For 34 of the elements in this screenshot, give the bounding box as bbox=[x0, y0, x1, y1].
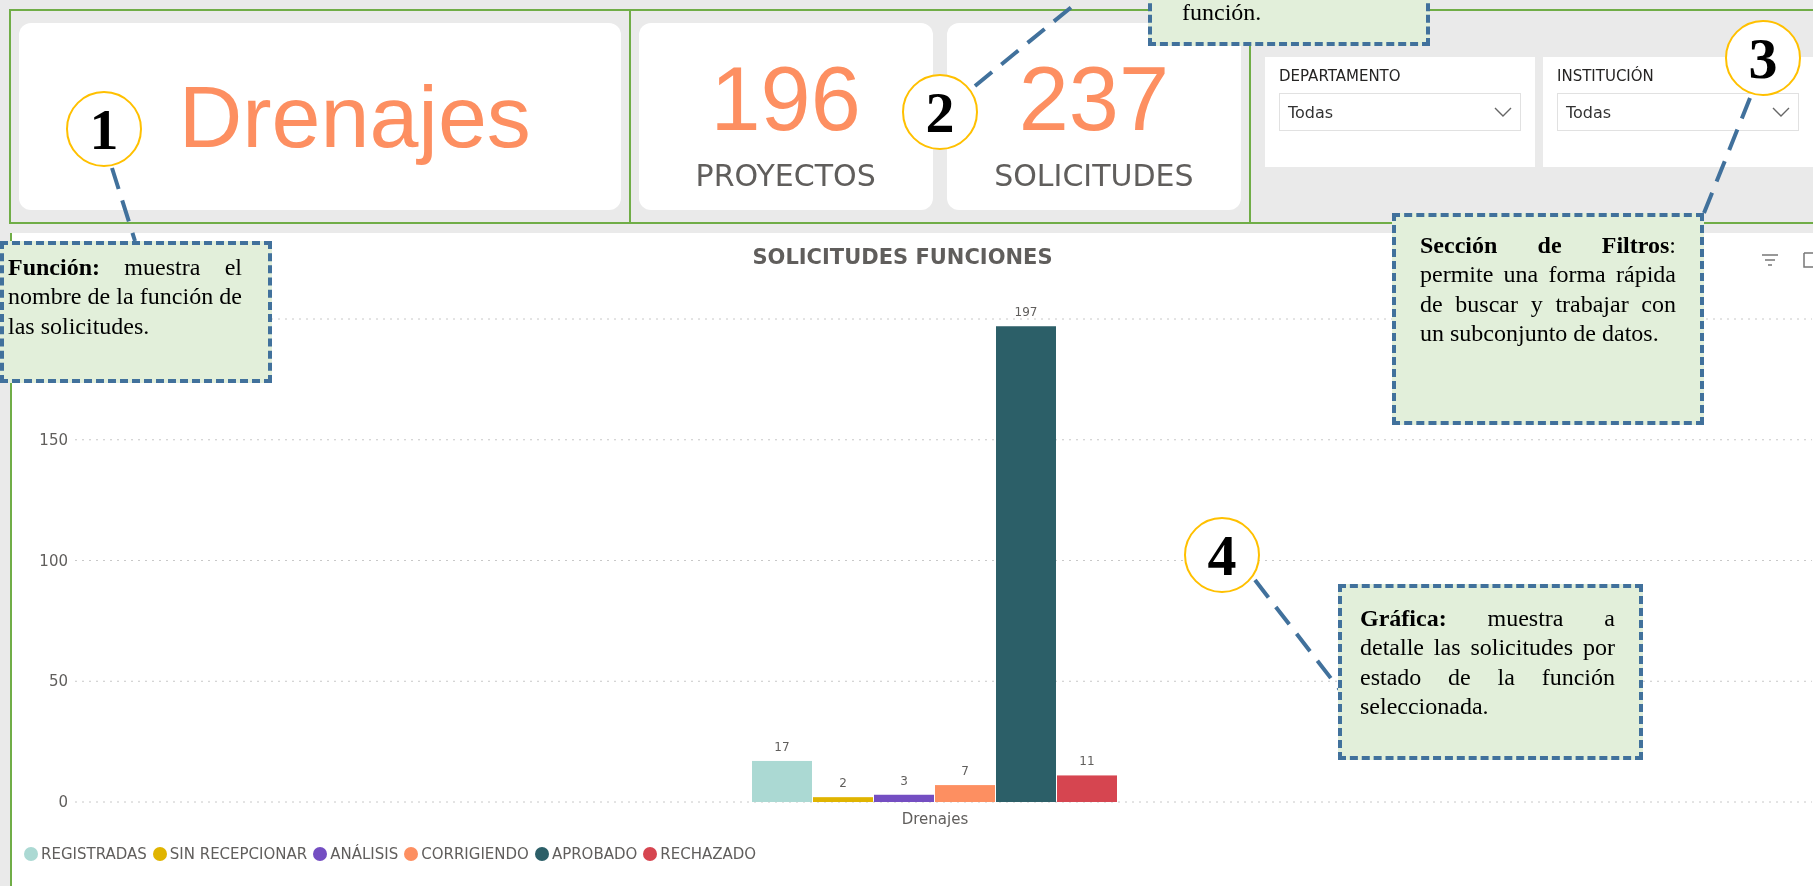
axis-tick-label: 0 bbox=[58, 793, 68, 811]
data-label: 11 bbox=[1079, 754, 1095, 769]
axis-tick-label: 50 bbox=[48, 672, 68, 691]
filter-label: DEPARTAMENTO bbox=[1279, 67, 1402, 85]
filter-label: INSTITUCIÓN bbox=[1557, 67, 1655, 85]
metric-label: SOLICITUDES bbox=[994, 158, 1194, 193]
legend-label: CORRIGIENDO bbox=[421, 845, 529, 863]
chart-title: SOLICITUDES FUNCIONES bbox=[752, 245, 1053, 271]
metric-value: 237 bbox=[1018, 54, 1169, 144]
legend-label: ANÁLISIS bbox=[330, 845, 399, 863]
data-label: 7 bbox=[961, 764, 969, 779]
callout-note: Gráfica: muestra a detalle las solicitudes por estado de la función seleccionada. bbox=[1338, 584, 1643, 760]
chevron-down-icon bbox=[1494, 107, 1512, 117]
data-label: 2 bbox=[839, 776, 847, 791]
callout-note: función. bbox=[1148, 0, 1430, 46]
filter-dropdown[interactable]: Todas bbox=[1279, 93, 1521, 131]
axis-tick-label: 150 bbox=[39, 430, 68, 449]
callout-note: Sección de Filtros: permite una forma rápida de buscar y trabajar con un subconjunto de datos. bbox=[1392, 213, 1704, 425]
data-label: 3 bbox=[900, 773, 908, 788]
axis-tick-label: 100 bbox=[39, 551, 68, 570]
legend-label: APROBADO bbox=[551, 845, 638, 863]
legend-label: REGISTRADAS bbox=[41, 845, 147, 863]
category-label: Drenajes bbox=[901, 810, 969, 828]
filter-dropdown[interactable]: Todas bbox=[1557, 93, 1799, 131]
chevron-down-icon bbox=[1772, 107, 1790, 117]
data-label: 17 bbox=[774, 739, 790, 754]
callout-note: Función: muestra el nombre de la función de las solicitudes. bbox=[0, 241, 272, 383]
legend-label: SIN RECEPCIONAR bbox=[169, 845, 308, 863]
metric-value: 196 bbox=[710, 54, 861, 144]
data-label: 197 bbox=[1014, 305, 1038, 320]
filter-icon[interactable] bbox=[1761, 253, 1779, 267]
legend-label: RECHAZADO bbox=[660, 845, 757, 863]
focus-mode-icon[interactable] bbox=[1803, 252, 1813, 268]
metric-label: PROYECTOS bbox=[695, 158, 876, 193]
